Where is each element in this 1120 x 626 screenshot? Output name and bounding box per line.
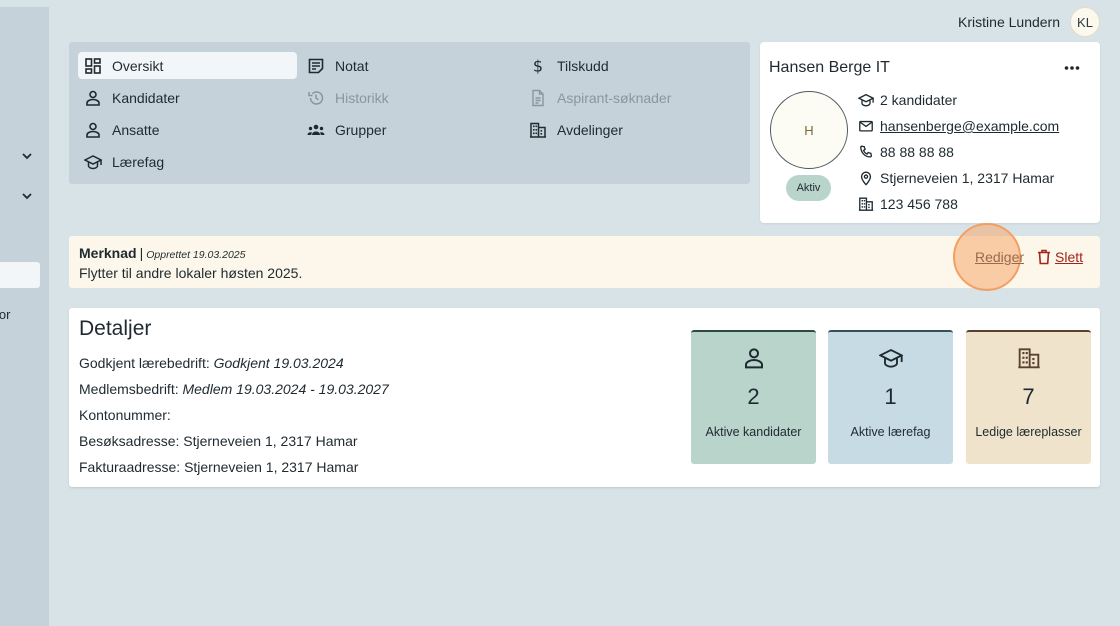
edit-note-button[interactable]: Rediger: [975, 249, 1024, 265]
nav-item-kandidater[interactable]: Kandidater: [78, 84, 297, 111]
detail-label: Fakturaadresse:: [79, 459, 181, 475]
nav-item-oversikt[interactable]: Oversikt: [78, 52, 297, 79]
dashboard-icon: [85, 57, 101, 74]
detail-label: Kontonummer:: [79, 407, 171, 423]
stat-value: 7: [1022, 384, 1035, 409]
svg-text:$: $: [533, 57, 543, 75]
sidebar-item-label: ntor: [0, 307, 11, 322]
nav-item-label: Lærefag: [112, 153, 165, 170]
address-row: Stjerneveien 1, 2317 Hamar: [858, 170, 1054, 186]
nav-item-tilskudd[interactable]: $ Tilskudd: [523, 52, 733, 79]
more-horizontal-icon[interactable]: [1062, 58, 1082, 78]
note-banner: Merknad | Opprettet 19.03.2025 Flytter til…: [69, 223, 1100, 291]
person-icon: [86, 90, 100, 106]
note-separator: |: [139, 245, 144, 261]
nav-item-label: Oversikt: [112, 57, 164, 74]
detail-label: Godkjent lærebedrift:: [79, 355, 210, 371]
chevron-down-icon[interactable]: [19, 148, 35, 164]
dollar-icon: $: [533, 57, 543, 75]
nav-item-grupper[interactable]: Grupper: [301, 116, 511, 143]
stat-card-kandidater[interactable]: 2 Aktive kandidater: [691, 330, 816, 464]
nav-item-laerefag[interactable]: Lærefag: [78, 148, 297, 175]
delete-note-button[interactable]: Slett: [1037, 249, 1083, 265]
detail-label: Besøksadresse:: [79, 433, 180, 449]
detail-row: Godkjent lærebedrift: Godkjent 19.03.202…: [79, 355, 344, 371]
detail-label: Medlemsbedrift:: [79, 381, 179, 397]
building-icon: [1017, 348, 1040, 369]
detail-row: Kontonummer:: [79, 407, 171, 423]
candidates-count: 2 kandidater: [880, 92, 958, 108]
school-icon: [858, 93, 874, 107]
building-icon: [858, 197, 874, 211]
nav-item-label: Historikk: [335, 89, 389, 106]
company-card: Hansen Berge IT H Aktiv 2 kandidater han…: [760, 42, 1100, 223]
note-header: Merknad | Opprettet 19.03.2025: [79, 245, 245, 261]
company-name: Hansen Berge IT: [769, 59, 890, 76]
detail-row: Medlemsbedrift: Medlem 19.03.2024 - 19.0…: [79, 381, 389, 397]
nav-item-label: Kandidater: [112, 89, 180, 106]
user-name: Kristine Lundern: [958, 14, 1060, 30]
stat-label: Ledige læreplasser: [975, 425, 1082, 439]
nav-item-label: Avdelinger: [557, 121, 623, 138]
nav-item-label: Ansatte: [112, 121, 160, 138]
stat-label: Aktive kandidater: [705, 425, 802, 439]
mail-icon: [859, 120, 873, 132]
company-nav: Oversikt Notat $ Tilskudd Kandidater His…: [69, 42, 750, 184]
detail-row: Fakturaadresse: Stjerneveien 1, 2317 Ham…: [79, 459, 358, 475]
org-number-row: 123 456 788: [858, 196, 958, 212]
note-created: Opprettet 19.03.2025: [146, 249, 246, 261]
details-title: Detaljer: [79, 317, 152, 340]
email-link[interactable]: hansenberge@example.com: [880, 118, 1059, 134]
stat-card-laereplasser[interactable]: 7 Ledige læreplasser: [966, 330, 1091, 464]
phone-number: 88 88 88 88: [880, 144, 954, 160]
nav-item-label: Tilskudd: [557, 57, 609, 74]
status-badge: Aktiv: [786, 175, 831, 201]
school-icon: [84, 154, 102, 169]
email-row: hansenberge@example.com: [858, 118, 1059, 134]
sidebar-item[interactable]: ntor: [0, 307, 22, 322]
sidebar: ntor: [0, 7, 49, 626]
details-card: Detaljer Godkjent lærebedrift: Godkjent …: [69, 308, 1100, 487]
note-body: Flytter til andre lokaler høsten 2025.: [79, 265, 303, 281]
user-menu[interactable]: Kristine Lundern KL: [958, 7, 1100, 37]
delete-label: Slett: [1055, 249, 1084, 265]
nav-item-ansatte[interactable]: Ansatte: [78, 116, 297, 143]
nav-item-aspirant-soknader: Aspirant-søknader: [523, 84, 733, 111]
note-title: Merknad: [79, 245, 137, 261]
building-icon: [530, 122, 546, 138]
history-icon: [308, 90, 324, 105]
location-pin-icon: [860, 171, 872, 186]
trash-icon: [1038, 249, 1050, 265]
nav-item-avdelinger[interactable]: Avdelinger: [523, 116, 733, 143]
detail-value: Medlem 19.03.2024 - 19.03.2027: [182, 381, 389, 397]
stat-label: Aktive lærefag: [850, 425, 931, 439]
org-number: 123 456 788: [880, 196, 958, 212]
stat-value: 2: [747, 384, 760, 409]
stat-value: 1: [884, 384, 897, 409]
nav-item-historikk: Historikk: [301, 84, 511, 111]
address: Stjerneveien 1, 2317 Hamar: [880, 170, 1055, 186]
detail-value: Godkjent 19.03.2024: [213, 355, 344, 371]
groups-icon: [307, 124, 325, 135]
note-icon: [308, 58, 324, 73]
school-icon: [878, 348, 903, 368]
nav-item-label: Notat: [335, 57, 369, 74]
stat-card-laerefag[interactable]: 1 Aktive lærefag: [828, 330, 953, 464]
detail-value: Stjerneveien 1, 2317 Hamar: [183, 433, 358, 449]
sidebar-item-active[interactable]: [0, 262, 40, 288]
nav-item-label: Grupper: [335, 121, 387, 138]
document-icon: [532, 89, 544, 106]
candidates-row: 2 kandidater: [858, 92, 957, 108]
person-icon: [744, 348, 763, 369]
detail-row: Besøksadresse: Stjerneveien 1, 2317 Hama…: [79, 433, 358, 449]
nav-item-label: Aspirant-søknader: [557, 89, 672, 106]
phone-icon: [860, 145, 873, 158]
nav-item-notat[interactable]: Notat: [301, 52, 511, 79]
chevron-down-icon[interactable]: [19, 188, 35, 204]
person-icon: [86, 122, 100, 138]
avatar[interactable]: KL: [1070, 7, 1100, 37]
company-avatar: H: [770, 91, 848, 169]
detail-value: Stjerneveien 1, 2317 Hamar: [184, 459, 359, 475]
phone-row: 88 88 88 88: [858, 144, 954, 160]
